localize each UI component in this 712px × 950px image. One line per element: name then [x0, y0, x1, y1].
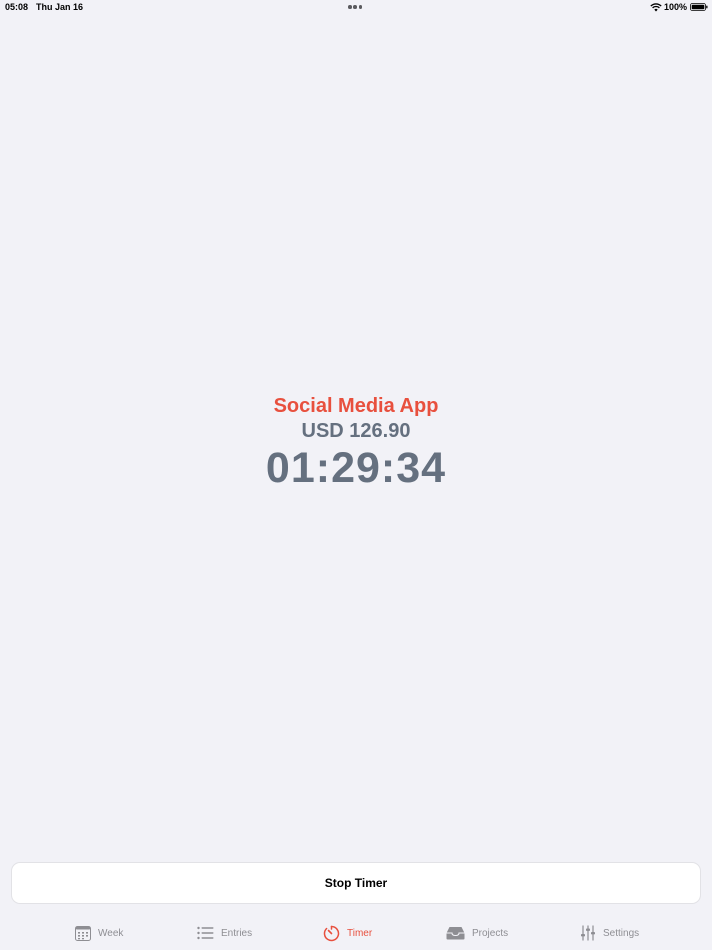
- timer-icon: [323, 925, 340, 941]
- battery-percent: 100%: [664, 2, 688, 12]
- tab-week[interactable]: Week: [75, 923, 123, 943]
- tab-timer-label: Timer: [347, 927, 373, 939]
- tab-entries[interactable]: Entries: [197, 923, 252, 943]
- timer-display: Social Media App USD 126.90 01:29:34: [0, 393, 712, 493]
- tab-settings[interactable]: Settings: [580, 923, 639, 943]
- elapsed-time: 01:29:34: [265, 444, 447, 492]
- tray-icon: [446, 927, 465, 940]
- earned-amount: USD 126.90: [301, 420, 411, 442]
- tab-settings-label: Settings: [603, 927, 640, 939]
- project-name: Social Media App: [273, 395, 439, 417]
- tab-projects-label: Projects: [472, 927, 509, 939]
- multitasking-dots-icon[interactable]: [348, 5, 364, 9]
- status-date: Thu Jan 16: [36, 2, 84, 12]
- wifi-icon: [650, 3, 662, 12]
- status-time: 05:08: [5, 2, 29, 12]
- battery-icon: [690, 3, 708, 11]
- list-icon: [197, 926, 214, 940]
- tab-timer[interactable]: Timer: [323, 923, 372, 943]
- tab-week-label: Week: [98, 927, 124, 939]
- tab-entries-label: Entries: [221, 927, 253, 939]
- calendar-icon: [75, 925, 91, 941]
- status-bar: 05:08 Thu Jan 16 100%: [0, 0, 712, 16]
- sliders-icon: [581, 925, 595, 941]
- tab-projects[interactable]: Projects: [446, 923, 508, 943]
- stop-timer-button[interactable]: Stop Timer: [11, 862, 701, 904]
- tab-bar: Week Entries Timer Projects Settings: [0, 915, 712, 950]
